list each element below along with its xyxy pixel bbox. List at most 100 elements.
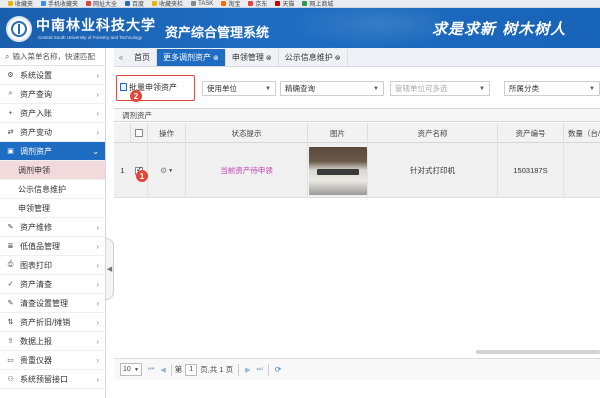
- chevron-right-icon: ›: [96, 317, 99, 327]
- last-page-icon[interactable]: ⏭: [257, 366, 263, 374]
- sidebar-item[interactable]: ▣ 调剂资产 ⌄: [0, 142, 105, 161]
- sidebar-item[interactable]: ✎ 清查设置管理 ›: [0, 294, 105, 313]
- tab-label: 更多调剂资产: [163, 53, 211, 62]
- sidebar-item-label: 贵重仪器: [20, 355, 52, 365]
- query-select[interactable]: 精确查询 ▼: [280, 81, 384, 96]
- search-icon: ⌕: [8, 90, 13, 97]
- tab-item[interactable]: 申领管理 ⊗: [226, 49, 279, 66]
- category-select[interactable]: 所属分类 ▼: [504, 81, 600, 96]
- sidebar-item-label: 图表打印: [20, 260, 52, 270]
- dept-multiselect[interactable]: 管辖单位可多选 ▼: [390, 81, 490, 96]
- list-icon: ≣: [7, 243, 14, 250]
- bookmark-icon: [86, 1, 92, 6]
- tab-scroll-left-button[interactable]: «: [114, 48, 128, 66]
- status-link[interactable]: 当前资产待申领: [220, 165, 273, 176]
- sidebar-item[interactable]: ⇅ 资产折旧/摊销 ›: [0, 313, 105, 332]
- horizontal-scrollbar[interactable]: [476, 350, 600, 354]
- sidebar-subitem[interactable]: 公示信息维护: [0, 180, 105, 199]
- header-image: 图片: [308, 123, 368, 143]
- school-name-english: Central South University of Forestry and…: [38, 35, 142, 40]
- sidebar-item[interactable]: ⇄ 资产变动 ›: [0, 123, 105, 142]
- sort-icon: ⇅: [7, 319, 14, 326]
- bookmark-icon: [8, 1, 13, 6]
- sidebar-subitem[interactable]: 调剂申领: [0, 161, 105, 180]
- bookmark-item[interactable]: 网址大全: [86, 0, 117, 7]
- bookmark-item[interactable]: 百度: [125, 0, 144, 7]
- bookmark-label: 网上商城: [309, 2, 334, 8]
- bookmark-item[interactable]: 京东: [248, 0, 268, 8]
- chevron-down-icon: ▼: [265, 85, 271, 92]
- batch-apply-button[interactable]: 批量申领资产: [120, 80, 177, 94]
- select-all-checkbox[interactable]: [135, 129, 143, 137]
- chevron-right-icon: ›: [96, 108, 99, 118]
- sidebar-item[interactable]: ⚙ 系统设置 ›: [0, 66, 105, 85]
- sidebar-item[interactable]: + 资产入账 ›: [0, 104, 105, 123]
- sidebar-item[interactable]: ▭ 贵重仪器 ›: [0, 351, 105, 370]
- close-icon[interactable]: ⊗: [335, 54, 341, 62]
- tab-item[interactable]: 公示信息维护 ⊗: [279, 49, 348, 66]
- sidebar-item[interactable]: ✎ 资产维修 ›: [0, 218, 105, 237]
- bookmark-item[interactable]: 收藏夹栏: [152, 0, 183, 7]
- bookmark-label: 京东: [255, 2, 268, 8]
- chevron-right-icon: ›: [96, 127, 99, 137]
- system-title: 资产综合管理系统: [165, 25, 270, 40]
- sidebar-item-label: 清查设置管理: [20, 298, 68, 308]
- chevron-down-icon: ▼: [589, 85, 595, 92]
- unit-select-value: 使用单位: [207, 84, 237, 93]
- header-operation: 操作: [148, 123, 186, 143]
- step-marker-1: 1: [136, 170, 148, 182]
- close-icon[interactable]: ⊗: [266, 54, 272, 62]
- header-asset-name: 资产名称: [368, 123, 498, 143]
- row-operation-cell: ⚙ ▼: [148, 143, 186, 198]
- sidebar-item-label: 资产维修: [20, 222, 52, 232]
- chevron-down-icon: ▼: [134, 366, 139, 373]
- sidebar-item-label: 数据上报: [20, 336, 52, 346]
- bookmark-item[interactable]: 淘宝: [221, 0, 240, 7]
- double-chevron-left-icon: «: [118, 52, 124, 62]
- school-logo: [6, 16, 32, 42]
- chevron-right-icon: ›: [96, 260, 99, 270]
- row-operation-menu[interactable]: ⚙ ▼: [160, 166, 173, 175]
- page-size-select[interactable]: 10 ▼: [120, 363, 142, 376]
- bookmark-item[interactable]: 天猫: [275, 0, 295, 8]
- bookmark-icon: [248, 1, 254, 6]
- close-icon[interactable]: ⊗: [213, 54, 219, 62]
- bookmark-item[interactable]: TASK: [191, 1, 213, 7]
- chevron-right-icon: ›: [96, 298, 99, 308]
- sidebar-item[interactable]: ✓ 资产清查 ›: [0, 275, 105, 294]
- tab-home[interactable]: 首页: [128, 49, 157, 66]
- sidebar-item-label: 低值品管理: [20, 241, 60, 251]
- bookmark-label: 天猫: [282, 2, 295, 8]
- asset-photo[interactable]: [308, 146, 367, 195]
- unit-select[interactable]: 使用单位 ▼: [202, 81, 276, 96]
- sidebar-item-label: 系统设置: [20, 70, 52, 80]
- sidebar-item[interactable]: ⎙ 图表打印 ›: [0, 256, 105, 275]
- sidebar-item[interactable]: ⇪ 数据上报 ›: [0, 332, 105, 351]
- page-number-input[interactable]: 1: [185, 363, 198, 376]
- upload-icon: ⇪: [7, 338, 14, 345]
- sidebar-item[interactable]: ⌕ 资产查询 ›: [0, 85, 105, 104]
- menu-search[interactable]: ⌕ 输入菜单名称，快速匹配: [0, 48, 105, 66]
- bookmark-item[interactable]: 手机收藏夹: [41, 0, 78, 7]
- sidebar-item[interactable]: ≣ 低值品管理 ›: [0, 237, 105, 256]
- tab-bar: « 首页 更多调剂资产 ⊗ 申领管理 ⊗ 公示信息维护 ⊗: [114, 48, 600, 67]
- chevron-down-icon: ▼: [373, 85, 379, 92]
- bookmark-item[interactable]: 网上商城: [302, 0, 334, 8]
- sidebar-subitem[interactable]: 申领管理: [0, 199, 105, 218]
- bookmark-item[interactable]: 收藏夹: [8, 0, 33, 7]
- gear-icon: ⚙: [7, 72, 14, 79]
- sidebar-item-label: 资产清查: [20, 279, 52, 289]
- sidebar-item-label: 资产折旧/摊销: [20, 317, 71, 327]
- first-page-icon[interactable]: ⏮: [148, 366, 154, 374]
- next-page-icon[interactable]: ▶: [245, 366, 250, 374]
- table-row[interactable]: 1 ⚙▼ 当前资产待申领 针对式打印机 1503187S: [114, 143, 600, 198]
- sidebar-item-label: 资产变动: [20, 127, 52, 137]
- sidebar-collapse-handle[interactable]: ◀: [106, 238, 114, 300]
- sidebar-item[interactable]: ⚇ 系统预留接口 ›: [0, 370, 105, 389]
- row-quantity: [564, 143, 600, 198]
- chevron-right-icon: ›: [96, 70, 99, 80]
- prev-page-icon[interactable]: ◀: [160, 366, 165, 374]
- tab-item[interactable]: 更多调剂资产 ⊗: [157, 49, 226, 66]
- chevron-left-icon: ◀: [106, 266, 113, 273]
- refresh-icon[interactable]: ⟳: [275, 365, 282, 374]
